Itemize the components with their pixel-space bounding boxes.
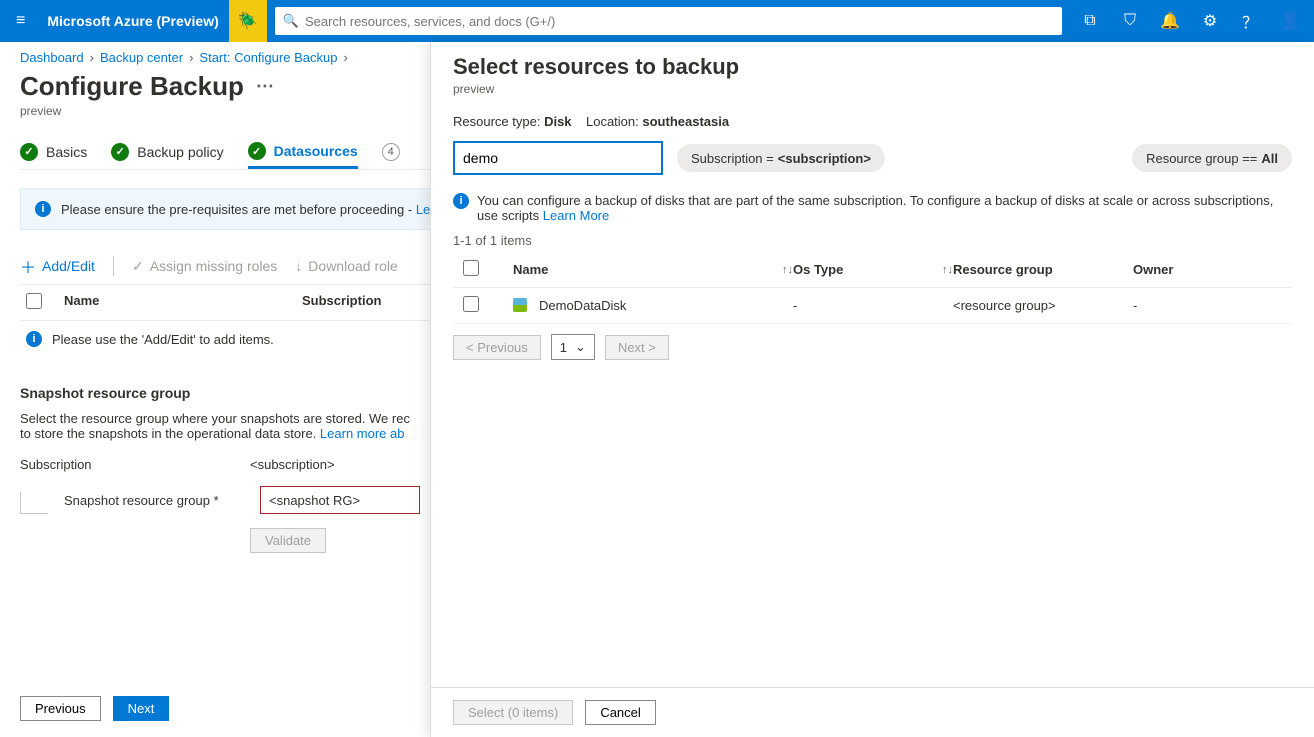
prev-page-button[interactable]: < Previous (453, 335, 541, 360)
settings-icon[interactable]: ⚙ (1190, 0, 1230, 42)
add-edit-button[interactable]: ＋ Add/Edit (20, 254, 95, 278)
next-button[interactable]: Next (113, 696, 170, 721)
select-all-resources-checkbox[interactable] (463, 260, 479, 276)
result-count: 1-1 of 1 items (453, 233, 1292, 248)
cancel-button[interactable]: Cancel (585, 700, 655, 725)
crumb-start-configure[interactable]: Start: Configure Backup (199, 50, 337, 65)
crumb-dashboard[interactable]: Dashboard (20, 50, 84, 65)
cloud-shell-icon[interactable]: ⧉ (1070, 0, 1110, 42)
page-select[interactable]: 1 ⌄ (551, 334, 595, 360)
row-os: - (793, 298, 953, 313)
panel-meta: Resource type: Disk Location: southeasta… (453, 114, 1292, 129)
step-basics[interactable]: ✓ Basics (20, 137, 87, 167)
disk-icon (513, 298, 529, 314)
step-backup-policy[interactable]: ✓ Backup policy (111, 137, 223, 167)
panel-title: Select resources to backup (453, 54, 1292, 80)
resource-table-header: Name ↑↓ Os Type ↑↓ Resource group Owner (453, 252, 1292, 288)
panel-footer: Select (0 items) Cancel (431, 687, 1314, 737)
step-policy-label: Backup policy (137, 144, 223, 160)
assign-roles-button[interactable]: ✓ Assign missing roles (132, 258, 277, 275)
check-icon: ✓ (248, 142, 266, 160)
step-datasources[interactable]: ✓ Datasources (248, 136, 358, 169)
chevron-right-icon: › (90, 50, 94, 65)
step-basics-label: Basics (46, 144, 87, 160)
hamburger-icon[interactable]: ≡ (4, 12, 37, 30)
sort-icon: ↑↓ (942, 264, 953, 276)
notifications-icon[interactable]: 🔔 (1150, 0, 1190, 42)
info-icon: i (453, 193, 469, 209)
select-all-checkbox[interactable] (26, 293, 42, 309)
row-checkbox[interactable] (463, 296, 479, 312)
info-icon: i (26, 331, 42, 347)
global-search-input[interactable] (305, 14, 1054, 29)
check-icon: ✓ (20, 143, 38, 161)
empty-state-text: Please use the 'Add/Edit' to add items. (52, 332, 274, 347)
wizard-footer: Previous Next (0, 686, 189, 737)
info-icon: i (35, 201, 51, 217)
learn-more-link[interactable]: Learn more ab (320, 426, 405, 441)
previous-button[interactable]: Previous (20, 696, 101, 721)
validate-button[interactable]: Validate (250, 528, 326, 553)
page-title-text: Configure Backup (20, 71, 244, 102)
top-nav: ≡ Microsoft Azure (Preview) 🪲 🔍 ⧉ ⛉ 🔔 ⚙ … (0, 0, 1314, 42)
step-review[interactable]: 4 (382, 137, 400, 167)
check-icon: ✓ (111, 143, 129, 161)
chevron-right-icon: › (343, 50, 347, 65)
col-resource-group[interactable]: Resource group (953, 262, 1133, 277)
panel-subtitle: preview (453, 82, 1292, 96)
top-icons: ⧉ ⛉ 🔔 ⚙ ？ 👤 (1070, 0, 1310, 42)
brand-label: Microsoft Azure (Preview) (37, 13, 228, 29)
search-icon: 🔍 (283, 13, 299, 29)
table-row[interactable]: DemoDataDisk - <resource group> - (453, 288, 1292, 324)
chevron-down-icon: ⌄ (575, 339, 586, 355)
preview-bug-icon[interactable]: 🪲 (229, 0, 267, 42)
download-icon: ↓ (295, 258, 302, 274)
separator (113, 256, 114, 276)
learn-more-link[interactable]: Learn More (543, 208, 609, 223)
prereq-text: Please ensure the pre-requisites are met… (61, 202, 438, 217)
select-button[interactable]: Select (0 items) (453, 700, 573, 725)
subscription-value: <subscription> (250, 457, 335, 472)
snapshot-rg-row: Snapshot resource group * <snapshot RG> (30, 486, 420, 514)
subscription-label: Subscription (20, 457, 230, 472)
global-search[interactable]: 🔍 (275, 7, 1062, 35)
snapshot-rg-select[interactable]: <snapshot RG> (260, 486, 420, 514)
check-icon: ✓ (132, 258, 144, 275)
row-owner: - (1133, 298, 1233, 313)
row-rg: <resource group> (953, 298, 1133, 313)
snapshot-rg-label: Snapshot resource group * (30, 493, 240, 508)
select-resources-panel: Select resources to backup preview Resou… (430, 42, 1314, 737)
account-icon[interactable]: 👤 (1270, 0, 1310, 42)
subscription-filter-pill[interactable]: Subscription = <subscription> (677, 144, 885, 172)
directory-filter-icon[interactable]: ⛉ (1110, 0, 1150, 42)
filter-row: Subscription = <subscription> Resource g… (453, 141, 1292, 175)
next-page-button[interactable]: Next > (605, 335, 669, 360)
col-os-type[interactable]: Os Type ↑↓ (793, 262, 953, 277)
step-ds-label: Datasources (274, 143, 358, 159)
resource-group-filter-pill[interactable]: Resource group == All (1132, 144, 1292, 172)
step-number-badge: 4 (382, 143, 400, 161)
help-icon[interactable]: ？ (1230, 0, 1270, 42)
download-role-button[interactable]: ↓ Download role (295, 258, 398, 274)
chevron-right-icon: › (189, 50, 193, 65)
plus-icon: ＋ (20, 254, 36, 278)
sort-icon: ↑↓ (782, 264, 793, 276)
col-name: Name (64, 293, 284, 312)
crumb-backup-center[interactable]: Backup center (100, 50, 183, 65)
resource-search-input[interactable] (453, 141, 663, 175)
pager: < Previous 1 ⌄ Next > (453, 334, 1292, 360)
col-name[interactable]: Name ↑↓ (513, 262, 793, 277)
panel-info-line: i You can configure a backup of disks th… (453, 193, 1292, 223)
row-name: DemoDataDisk (539, 298, 626, 313)
col-owner[interactable]: Owner (1133, 262, 1233, 277)
more-icon[interactable]: ⋯ (256, 76, 274, 97)
